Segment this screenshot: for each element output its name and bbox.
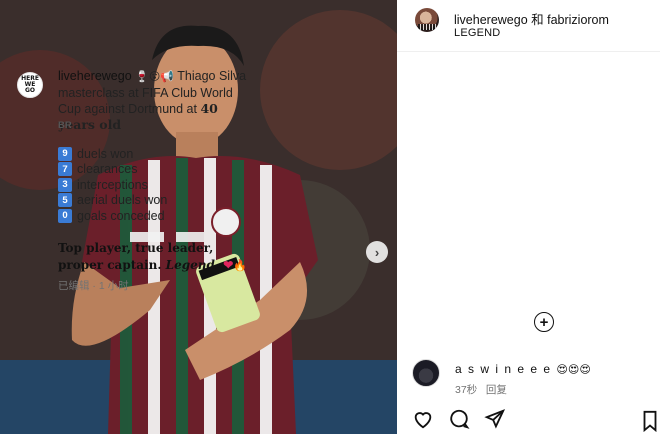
stat-row: 9 duels won <box>58 146 258 162</box>
caption-author-avatar-text: HERE WE GO <box>21 75 39 94</box>
stat-row: 7 clearances <box>58 162 258 178</box>
post-header-subtitle[interactable]: LEGEND <box>454 27 500 39</box>
author-avatar[interactable] <box>415 8 439 32</box>
comment-meta[interactable]: 37秒 回复 <box>455 382 507 397</box>
commenter-avatar[interactable] <box>412 359 440 387</box>
save-bookmark-icon[interactable] <box>640 410 660 433</box>
caption-closing: Top player, true leader, proper captain.… <box>58 240 262 274</box>
caption-author-avatar[interactable]: HERE WE GO <box>17 72 43 98</box>
country-tag: BR <box>58 120 72 131</box>
comment-emojis: 😍😍😍 <box>556 364 591 376</box>
closing-italic: Legend. <box>165 258 220 272</box>
caption-emojis: 🍷😮📢 <box>135 71 175 83</box>
stat-number: 5 <box>58 193 72 208</box>
fire-emoji: 🔥 <box>233 259 248 272</box>
stat-label: goals conceded <box>77 208 165 223</box>
add-comment-icon[interactable]: + <box>534 312 554 332</box>
like-icon[interactable] <box>411 407 435 431</box>
share-icon[interactable] <box>483 407 507 431</box>
commenter-username[interactable]: a s w i n e e e 😍😍😍 <box>455 362 591 376</box>
stat-number: 0 <box>58 208 72 223</box>
post-header: liveherewego 和 fabriziorom LEGEND <box>397 0 660 52</box>
stat-row: 5 aerial duels won <box>58 193 258 209</box>
stat-number: 3 <box>58 177 72 192</box>
post-actions <box>411 407 519 431</box>
stat-number: 9 <box>58 146 72 161</box>
stat-label: duels won <box>77 146 134 161</box>
post-edited-time: 已编辑 · 1 小时 <box>58 280 129 292</box>
collab-usernames[interactable]: liveherewego 和 fabriziorom <box>454 9 609 28</box>
post-caption: liveherewego 🍷😮📢 Thiago Silva masterclas… <box>58 68 258 133</box>
stat-label: aerial duels won <box>77 193 168 208</box>
stat-row: 3 interceptions <box>58 177 258 193</box>
stat-number: 7 <box>58 162 72 177</box>
stats-list: 9 duels won 7 clearances 3 interceptions 5a… <box>58 146 258 224</box>
comment-icon[interactable] <box>447 407 471 431</box>
stat-row: 0 goals conceded <box>58 208 258 224</box>
commenter-username-text: a s w i n e e e <box>455 362 552 376</box>
heart-emoji: ❤ <box>223 258 234 272</box>
caption-username[interactable]: liveherewego <box>58 69 132 83</box>
stat-label: clearances <box>77 162 138 177</box>
next-image-button[interactable]: › <box>366 241 388 263</box>
stat-label: interceptions <box>77 177 148 192</box>
